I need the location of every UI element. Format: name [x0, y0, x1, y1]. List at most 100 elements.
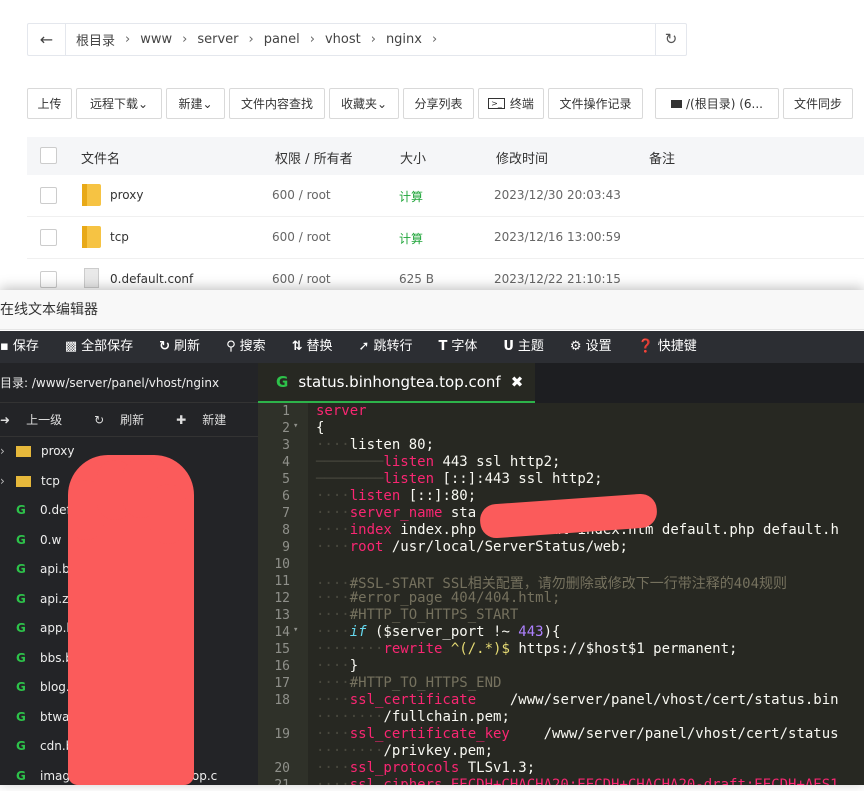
code-token: listen: [350, 488, 409, 504]
file-size[interactable]: 计算: [399, 230, 423, 247]
remote-download-button[interactable]: 远程下载⌄: [76, 88, 162, 119]
code-line: ····ssl_certificate /www/server/panel/vh…: [316, 692, 839, 708]
sidebar-item-label: app.l: [40, 621, 70, 635]
refresh-button[interactable]: ↻刷新: [146, 331, 213, 363]
code-token: }: [350, 658, 358, 674]
chevron-right-icon: ›: [0, 437, 12, 467]
share-list-button[interactable]: 分享列表: [403, 88, 474, 119]
code-line: ····#HTTP_TO_HTTPS_START: [316, 607, 518, 623]
sidebar-item-label: proxy: [41, 444, 74, 458]
code-line: ────────listen [::]:443 ssl http2;: [316, 471, 603, 487]
goto-label: 跳转行: [373, 339, 412, 354]
code-line: ····ssl_certificate_key /www/server/pane…: [316, 726, 839, 742]
table-row[interactable]: proxy 600 / root 计算 2023/12/30 20:03:43: [27, 175, 864, 217]
table-row[interactable]: tcp 600 / root 计算 2023/12/16 13:00:59: [27, 217, 864, 259]
sidebar-refresh-button[interactable]: ↻刷新: [94, 411, 160, 428]
line-number: 6: [282, 489, 290, 504]
new-button[interactable]: 新建⌄: [166, 88, 225, 119]
code-token: #HTTP_TO_HTTPS_END: [350, 675, 502, 691]
breadcrumb-server[interactable]: server: [187, 32, 238, 47]
code-line: ····ssl_ciphers EECDH+CHACHA20:EECDH+CHA…: [316, 777, 839, 785]
goto-line-button[interactable]: ➚跳转行: [346, 331, 426, 363]
file-name[interactable]: tcp: [110, 230, 129, 244]
col-perm[interactable]: 权限 / 所有者: [275, 148, 353, 167]
file-name[interactable]: 0.default.conf: [110, 272, 193, 286]
theme-button[interactable]: U主题: [490, 331, 557, 363]
breadcrumb-root[interactable]: 根目录: [66, 30, 115, 49]
arrow-left-icon[interactable]: ←: [28, 24, 66, 55]
breadcrumb-nginx[interactable]: nginx: [376, 32, 422, 47]
help-icon: ❓: [638, 339, 654, 354]
folder-icon: [16, 446, 31, 457]
line-number: 12: [274, 591, 290, 606]
save-button[interactable]: ▪保存: [0, 331, 52, 363]
file-perm[interactable]: 600 / root: [272, 272, 331, 286]
font-button[interactable]: T字体: [425, 331, 490, 363]
line-number: 16: [274, 659, 290, 674]
code-line: ····}: [316, 658, 358, 674]
save-all-button[interactable]: ▩全部保存: [52, 331, 146, 363]
arrow-right-icon: ➜: [0, 413, 10, 427]
redaction-mark: [150, 484, 186, 544]
shortcuts-label: 快捷键: [658, 339, 697, 354]
replace-icon: ⇅: [292, 339, 303, 354]
refresh-icon[interactable]: ↻: [655, 24, 686, 55]
breadcrumb-www[interactable]: www: [130, 32, 172, 47]
disk-button[interactable]: /(根目录) (6...: [655, 88, 779, 119]
code-token: 80: [409, 437, 426, 453]
breadcrumb: ← 根目录› www› server› panel› vhost› nginx›…: [27, 23, 687, 56]
breadcrumb-panel[interactable]: panel: [254, 32, 300, 47]
col-mtime[interactable]: 修改时间: [496, 148, 548, 167]
col-name[interactable]: 文件名: [81, 148, 120, 167]
tab-status-conf[interactable]: Gstatus.binhongtea.top.conf✖: [258, 363, 535, 403]
fold-icon[interactable]: ▾: [293, 625, 298, 635]
code-area[interactable]: 1 2▾ 3 4 5 6 7 8 9 10 11 12 13 14▾ 15 16…: [258, 403, 864, 785]
code-line: server: [316, 403, 367, 419]
code-token: ssl_certificate: [350, 692, 476, 708]
code-token: #HTTP_TO_HTTPS_START: [350, 607, 519, 623]
row-checkbox[interactable]: [40, 229, 57, 246]
line-number-text: 14: [274, 625, 290, 640]
fold-icon[interactable]: ▾: [293, 421, 298, 431]
line-number: 3: [282, 438, 290, 453]
close-icon[interactable]: ✖: [511, 373, 524, 391]
settings-button[interactable]: ⚙ 设置: [557, 331, 625, 363]
code-token: ssl http2;: [468, 454, 561, 470]
code-line: {: [316, 420, 324, 436]
replace-button[interactable]: ⇅替换: [279, 331, 346, 363]
line-number: 13: [274, 608, 290, 623]
row-checkbox[interactable]: [40, 187, 57, 204]
file-perm[interactable]: 600 / root: [272, 230, 331, 244]
sidebar-new-button[interactable]: ✚新建: [176, 411, 242, 428]
breadcrumb-vhost[interactable]: vhost: [315, 32, 361, 47]
file-icon: [84, 268, 99, 288]
file-size[interactable]: 计算: [399, 188, 423, 205]
select-all-checkbox[interactable]: [40, 147, 57, 164]
file-manager: ← 根目录› www› server› panel› vhost› nginx›…: [0, 0, 864, 290]
shortcuts-button[interactable]: ❓ 快捷键: [625, 331, 710, 363]
file-perm[interactable]: 600 / root: [272, 188, 331, 202]
code-token: /fullchain.pem;: [383, 709, 509, 725]
sidebar-path: 目录: /www/server/panel/vhost/nginx: [0, 363, 258, 403]
file-g-icon: G: [16, 614, 31, 644]
terminal-button[interactable]: >_终端: [478, 88, 544, 119]
operation-log-button[interactable]: 文件操作记录: [548, 88, 643, 119]
line-number: 19: [274, 727, 290, 742]
row-checkbox[interactable]: [40, 271, 57, 288]
gear-icon: ⚙: [570, 339, 582, 354]
content-search-button[interactable]: 文件内容查找: [229, 88, 325, 119]
sidebar-tools: ➜上一级 ↻刷新 ✚新建 ⚲搜索: [0, 403, 258, 437]
chevron-right-icon: ›: [115, 32, 130, 47]
up-level-button[interactable]: ➜上一级: [0, 411, 78, 428]
col-size[interactable]: 大小: [400, 148, 426, 167]
line-number: 10: [274, 557, 290, 572]
favorites-button[interactable]: 收藏夹⌄: [329, 88, 399, 119]
line-number: 18: [274, 693, 290, 708]
folder-icon: [82, 184, 101, 206]
file-name[interactable]: proxy: [110, 188, 143, 202]
search-button[interactable]: ⚲搜索: [213, 331, 279, 363]
file-sync-button[interactable]: 文件同步: [783, 88, 853, 119]
code-token: [::]:443 ssl http2;: [442, 471, 602, 487]
settings-label: 设置: [586, 339, 612, 354]
upload-button[interactable]: 上传: [27, 88, 72, 119]
